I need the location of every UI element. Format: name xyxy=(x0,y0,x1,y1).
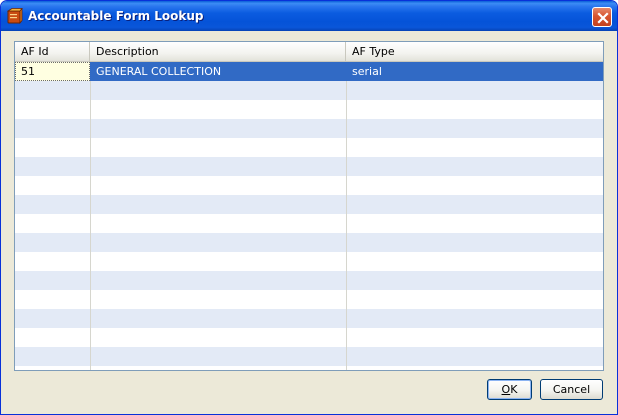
column-header-af-id[interactable]: AF Id xyxy=(15,42,90,61)
empty-row xyxy=(15,347,603,366)
close-icon xyxy=(597,12,609,24)
empty-row xyxy=(15,119,603,138)
cell-af-id[interactable]: 51 xyxy=(15,62,90,81)
column-divider xyxy=(90,81,91,370)
column-header-af-type[interactable]: AF Type xyxy=(346,42,603,61)
empty-row xyxy=(15,309,603,328)
cancel-button[interactable]: Cancel xyxy=(540,379,603,400)
table-row[interactable]: 51 GENERAL COLLECTION serial xyxy=(15,62,603,81)
empty-row xyxy=(15,195,603,214)
ok-button[interactable]: OK xyxy=(487,379,532,400)
column-header-description[interactable]: Description xyxy=(90,42,346,61)
cell-af-type[interactable]: serial xyxy=(346,62,603,81)
empty-row xyxy=(15,252,603,271)
ok-mnemonic: O xyxy=(501,383,511,396)
empty-row xyxy=(15,233,603,252)
empty-row xyxy=(15,81,603,100)
column-divider xyxy=(346,81,347,370)
cell-description[interactable]: GENERAL COLLECTION xyxy=(90,62,346,81)
empty-row xyxy=(15,157,603,176)
empty-row xyxy=(15,290,603,309)
empty-row xyxy=(15,271,603,290)
empty-row xyxy=(15,176,603,195)
form-lookup-icon xyxy=(7,8,23,24)
title-bar[interactable]: Accountable Form Lookup xyxy=(1,1,617,31)
dialog-window: Accountable Form Lookup AF Id Descriptio… xyxy=(0,0,618,415)
table-body: 51 GENERAL COLLECTION serial xyxy=(15,62,603,370)
close-button[interactable] xyxy=(592,7,612,27)
empty-row xyxy=(15,138,603,157)
table-header: AF Id Description AF Type xyxy=(15,42,603,62)
empty-row xyxy=(15,100,603,119)
empty-row xyxy=(15,214,603,233)
window-title: Accountable Form Lookup xyxy=(28,9,204,23)
lookup-table[interactable]: AF Id Description AF Type 51 GENERAL COL… xyxy=(14,41,604,371)
empty-row xyxy=(15,328,603,347)
ok-label-rest: K xyxy=(510,383,518,396)
empty-row xyxy=(15,366,603,370)
